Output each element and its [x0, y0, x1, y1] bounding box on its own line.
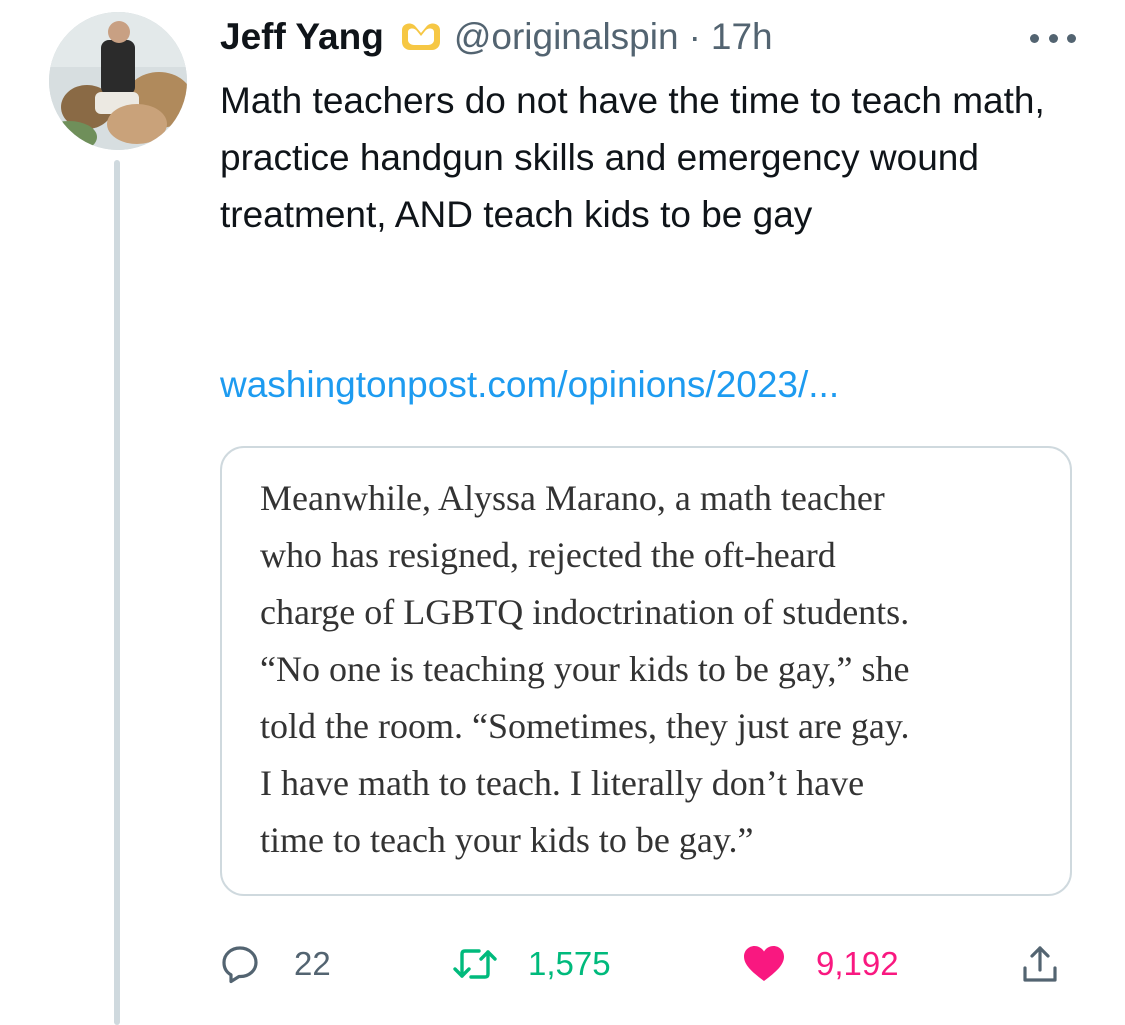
quote-line: charge of LGBTQ indoctrination of studen… — [260, 592, 910, 632]
quoted-article-card[interactable]: Meanwhile, Alyssa Marano, a math teacher… — [220, 446, 1072, 896]
quoted-article-text: Meanwhile, Alyssa Marano, a math teacher… — [260, 470, 1050, 869]
tweet-header: Jeff Yang @originalspin · 17h — [220, 12, 773, 62]
quote-line: time to teach your kids to be gay.” — [260, 820, 754, 860]
article-link[interactable]: washingtonpost.com/opinions/2023/... — [220, 356, 839, 413]
author-name[interactable]: Jeff Yang — [220, 16, 384, 58]
share-icon — [1023, 946, 1057, 982]
retweet-icon — [453, 949, 497, 979]
heart-hands-icon — [398, 20, 444, 54]
like-button[interactable]: 9,192 — [742, 938, 899, 990]
quote-line: I have math to teach. I literally don’t … — [260, 763, 865, 803]
thread-line — [114, 160, 120, 1025]
avatar-photo — [49, 12, 187, 150]
like-count: 9,192 — [816, 945, 899, 982]
author-avatar[interactable] — [49, 12, 187, 150]
reply-bubble-icon — [222, 946, 258, 984]
quote-line: Meanwhile, Alyssa Marano, a math teacher — [260, 478, 885, 518]
separator-dot: · — [688, 16, 701, 57]
heart-icon — [744, 946, 784, 981]
reply-count: 22 — [294, 945, 331, 982]
quote-line: told the room. “Sometimes, they just are… — [260, 706, 910, 746]
retweet-count: 1,575 — [528, 945, 611, 982]
tweet-timestamp[interactable]: 17h — [711, 16, 773, 58]
quote-line: who has resigned, rejected the oft-heard — [260, 535, 836, 575]
reply-button[interactable]: 22 — [220, 938, 331, 990]
tweet-actions: 22 1,575 9,192 — [220, 938, 1080, 990]
author-handle[interactable]: @originalspin — [454, 16, 679, 58]
tweet-text: Math teachers do not have the time to te… — [220, 80, 1045, 235]
retweet-button[interactable]: 1,575 — [452, 938, 611, 990]
share-button[interactable] — [1020, 938, 1060, 990]
quote-line: “No one is teaching your kids to be gay,… — [260, 649, 910, 689]
more-options-icon[interactable] — [1030, 28, 1076, 48]
